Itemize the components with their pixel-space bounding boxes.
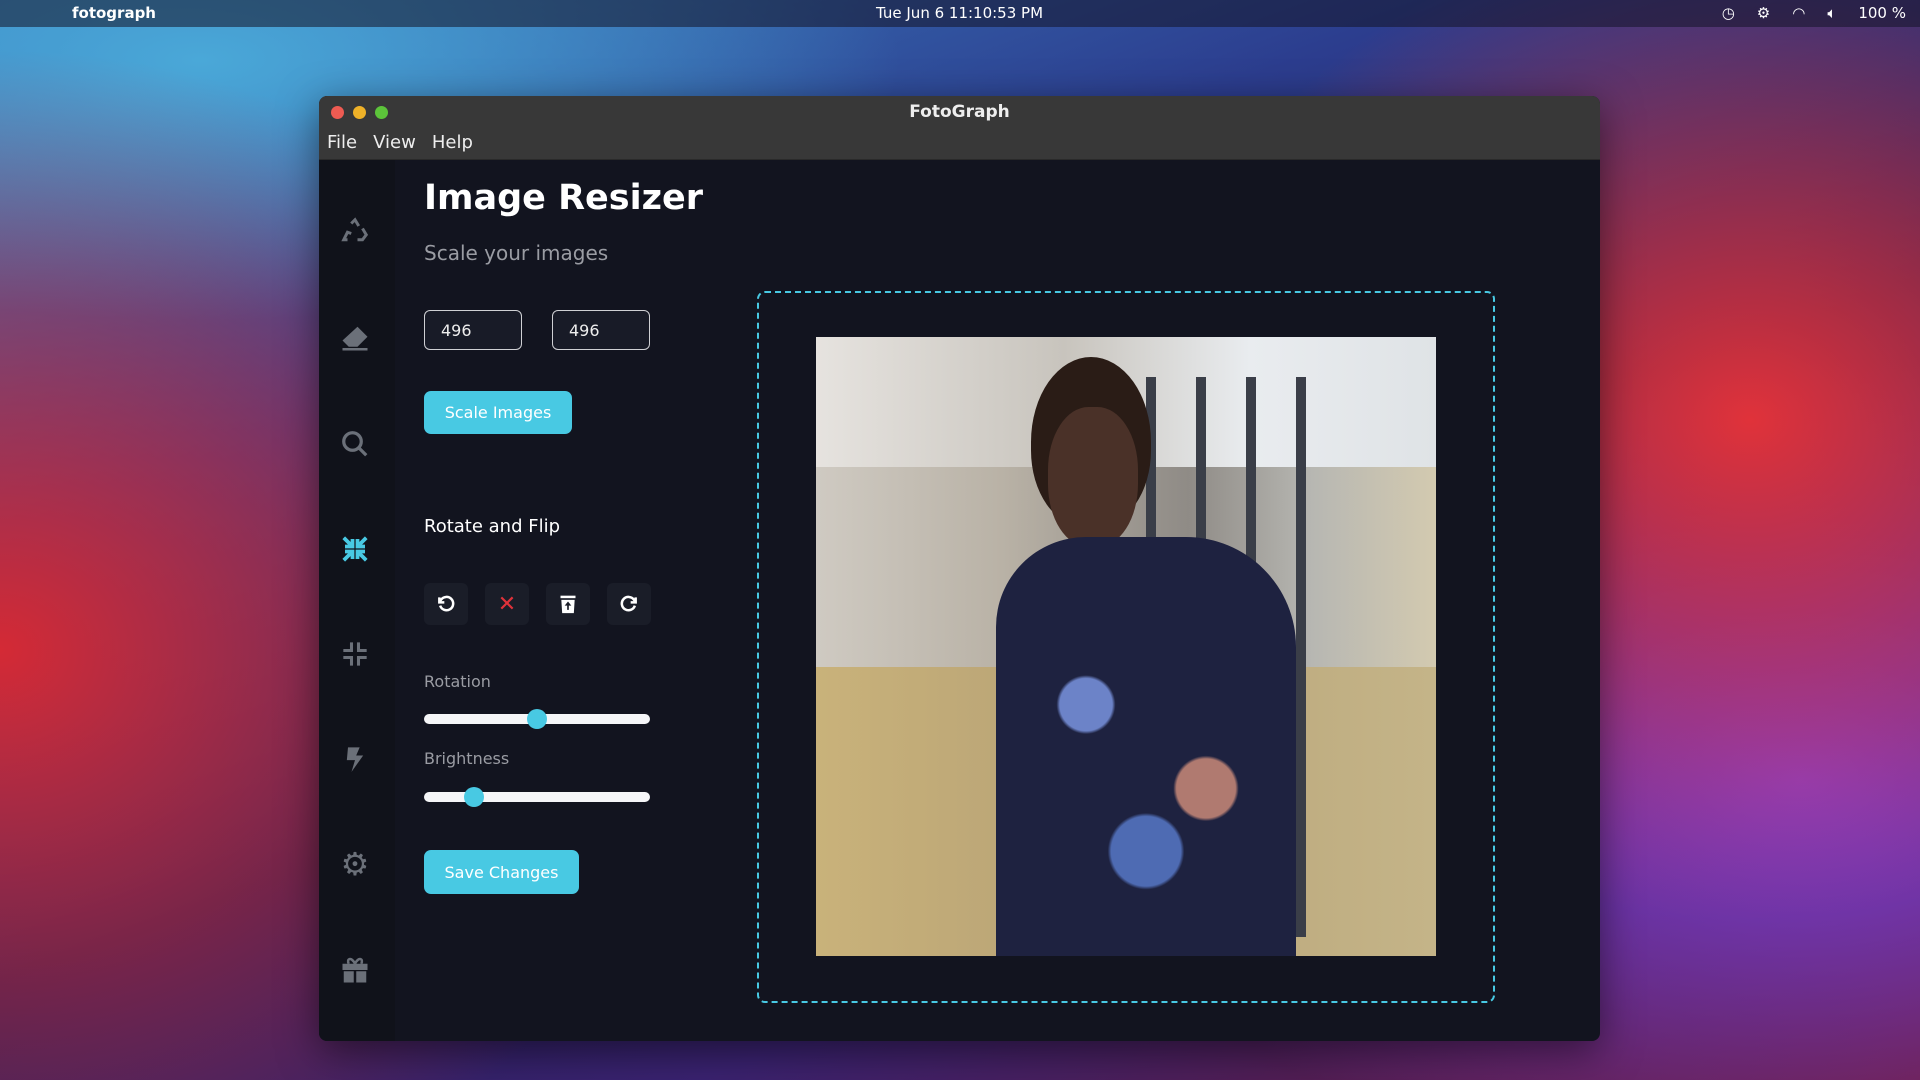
- search-icon[interactable]: [337, 426, 373, 462]
- maximize-window-button[interactable]: [375, 106, 388, 119]
- minimize-window-button[interactable]: [353, 106, 366, 119]
- active-app-name[interactable]: fotograph: [72, 4, 156, 22]
- rotate-flip-heading: Rotate and Flip: [424, 516, 561, 537]
- gear-status-icon[interactable]: ⚙: [1757, 4, 1770, 22]
- image-preview: [816, 337, 1436, 956]
- trash-upload-icon: [560, 595, 576, 614]
- close-window-button[interactable]: [331, 106, 344, 119]
- gear-icon[interactable]: ⚙: [337, 845, 373, 883]
- eraser-icon[interactable]: [337, 320, 373, 356]
- rotation-slider[interactable]: [424, 709, 650, 729]
- brightness-slider-thumb[interactable]: [463, 787, 484, 807]
- rotate-left-button[interactable]: [424, 583, 468, 625]
- rotation-label: Rotation: [424, 672, 491, 691]
- menu-help[interactable]: Help: [432, 128, 473, 159]
- brightness-slider[interactable]: [424, 787, 650, 807]
- rotate-right-icon: [620, 595, 637, 612]
- recycle-icon[interactable]: [337, 213, 373, 249]
- rotate-left-icon: [438, 595, 455, 612]
- app-menu: File View Help: [319, 128, 1600, 160]
- compress-icon[interactable]: [337, 636, 373, 672]
- macos-menubar: fotograph Tue Jun 6 11:10:53 PM ◷ ⚙ ◠ 🔈︎…: [0, 0, 1920, 27]
- bolt-icon[interactable]: [337, 741, 373, 777]
- page-title: Image Resizer: [424, 178, 703, 218]
- page-subtitle: Scale your images: [424, 241, 609, 265]
- clock-status-icon[interactable]: ◷: [1722, 4, 1735, 22]
- brightness-label: Brightness: [424, 749, 510, 768]
- compress-arrows-icon[interactable]: [337, 531, 373, 567]
- title-bar: FotoGraph: [319, 96, 1600, 128]
- reset-button[interactable]: ✕: [485, 583, 529, 625]
- height-input[interactable]: [552, 310, 650, 350]
- clock[interactable]: Tue Jun 6 11:10:53 PM: [876, 4, 1043, 22]
- battery-status[interactable]: 100 %: [1858, 4, 1906, 22]
- rotate-right-button[interactable]: [607, 583, 651, 625]
- rotation-slider-thumb[interactable]: [527, 709, 547, 729]
- x-icon: ✕: [497, 591, 517, 617]
- app-window: FotoGraph File View Help ⚙ Image Resizer…: [319, 96, 1600, 1041]
- menu-file[interactable]: File: [327, 128, 357, 159]
- scale-images-button[interactable]: Scale Images: [424, 391, 572, 434]
- save-changes-button[interactable]: Save Changes: [424, 850, 579, 894]
- sidebar: ⚙: [319, 160, 395, 1041]
- volume-icon[interactable]: 🔈︎: [1827, 4, 1836, 22]
- wifi-icon[interactable]: ◠: [1792, 4, 1805, 22]
- gift-icon[interactable]: [337, 952, 373, 988]
- flip-button[interactable]: [546, 583, 590, 625]
- window-title: FotoGraph: [909, 102, 1010, 122]
- menu-view[interactable]: View: [373, 128, 416, 159]
- width-input[interactable]: [424, 310, 522, 350]
